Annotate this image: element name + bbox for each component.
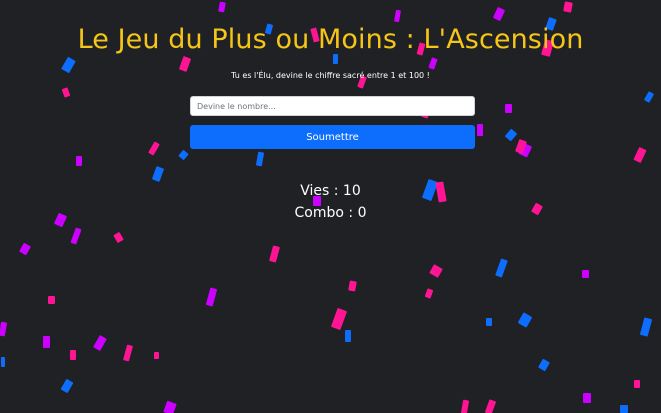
combo-counter: Combo : 0 (294, 205, 367, 221)
guess-input[interactable] (190, 96, 475, 116)
page-title: Le Jeu du Plus ou Moins : L'Ascension (77, 24, 584, 55)
game-screen: Le Jeu du Plus ou Moins : L'Ascension Tu… (0, 0, 661, 413)
submit-button[interactable]: Soumettre (190, 125, 475, 149)
instructions-text: Tu es l'Élu, devine le chiffre sacré ent… (231, 71, 430, 80)
lives-counter: Vies : 10 (300, 183, 361, 199)
game-panel: Le Jeu du Plus ou Moins : L'Ascension Tu… (0, 0, 661, 413)
